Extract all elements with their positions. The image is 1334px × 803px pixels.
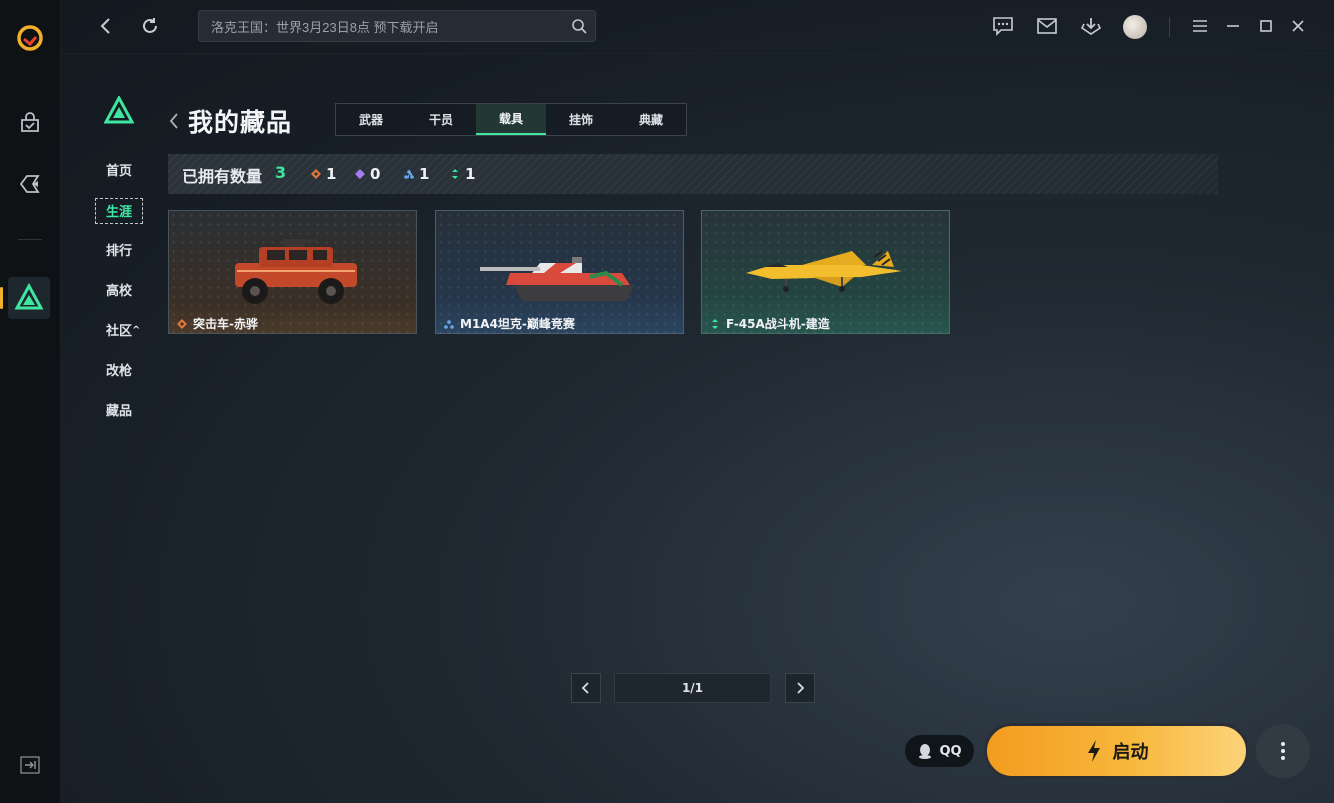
refresh-icon[interactable] [138, 14, 162, 38]
launch-label: 启动 [1112, 742, 1149, 763]
diamond-blue-icon [404, 170, 414, 179]
nav-item-gunsmith[interactable]: 改枪 [106, 360, 132, 379]
next-page-button[interactable] [785, 673, 815, 703]
store-icon[interactable] [14, 107, 46, 139]
download-icon[interactable] [1079, 14, 1103, 38]
owned-count-bar: 已拥有数量 3 1 0 1 1 [168, 154, 1218, 194]
qq-label: QQ [939, 743, 962, 759]
diamond-green-icon [712, 318, 718, 329]
assault-vehicle-image [235, 239, 357, 304]
category-tabs: 武器 干员 载具 挂饰 典藏 [335, 103, 687, 136]
rarity-count-value: 0 [370, 165, 381, 183]
rarity-count-value: 1 [419, 165, 430, 183]
card-label: 突击车-赤骅 [177, 315, 258, 332]
tab-operators[interactable]: 干员 [406, 104, 476, 135]
maximize-icon[interactable] [1254, 14, 1278, 38]
close-icon[interactable] [1286, 14, 1310, 38]
diamond-orange-icon [311, 169, 321, 179]
minimize-icon[interactable] [1221, 14, 1245, 38]
diamond-blue-icon [444, 319, 454, 329]
rarity-count-purple: 0 [355, 165, 380, 183]
delta-force-game-tile[interactable] [8, 277, 50, 319]
avatar[interactable] [1123, 15, 1147, 39]
more-options-button[interactable] [1256, 724, 1310, 778]
app-logo-icon[interactable] [16, 24, 44, 52]
chevron-left-icon [581, 682, 589, 694]
fighter-jet-image [746, 250, 902, 292]
collection-card-assault-vehicle[interactable]: 突击车-赤骅 [168, 210, 417, 334]
rarity-count-orange: 1 [311, 165, 336, 183]
collection-card-m1a4-tank[interactable]: M1A4坦克-巅峰竞赛 [435, 210, 684, 334]
top-bar [61, 0, 1334, 54]
sidebar-divider [18, 239, 42, 240]
rarity-count-value: 1 [465, 165, 476, 183]
tab-collectibles[interactable]: 典藏 [616, 104, 686, 135]
nav-item-community[interactable]: 社区^ [106, 320, 140, 339]
card-label: M1A4坦克-巅峰竞赛 [444, 315, 575, 332]
app-sidebar [0, 0, 61, 803]
launch-button[interactable]: 启动 [984, 723, 1249, 779]
chevron-up-icon: ^ [132, 325, 141, 336]
collection-card-f45a-fighter[interactable]: F-45A战斗机-建造 [701, 210, 950, 334]
tab-charms[interactable]: 挂饰 [546, 104, 616, 135]
search-icon[interactable] [571, 18, 587, 34]
nav-item-career[interactable]: 生涯 [95, 198, 144, 224]
nav-item-home[interactable]: 首页 [106, 160, 132, 179]
chevron-right-icon [797, 682, 805, 694]
qq-penguin-icon [919, 744, 932, 759]
lightning-icon [1087, 740, 1100, 762]
tab-vehicles[interactable]: 载具 [476, 104, 546, 135]
diamond-green-icon [452, 169, 458, 179]
collapse-sidebar-icon[interactable] [20, 756, 40, 774]
prev-page-button[interactable] [571, 673, 601, 703]
chevron-left-icon[interactable] [169, 112, 179, 130]
nav-item-collection[interactable]: 藏品 [106, 400, 132, 419]
diamond-orange-icon [177, 318, 187, 329]
qq-button[interactable]: QQ [905, 735, 974, 767]
delta-force-logo-icon [104, 96, 134, 124]
rarity-count-value: 1 [326, 165, 337, 183]
chat-icon[interactable] [991, 14, 1015, 38]
page-title: 我的藏品 [188, 108, 293, 137]
more-vertical-icon [1281, 742, 1285, 760]
card-name: M1A4坦克-巅峰竞赛 [460, 317, 575, 331]
search-input[interactable] [209, 11, 563, 43]
nav-item-college[interactable]: 高校 [106, 280, 132, 299]
game-tag-icon[interactable] [14, 168, 46, 200]
mail-icon[interactable] [1035, 14, 1059, 38]
nav-item-community-label: 社区 [106, 324, 133, 339]
owned-count-total: 3 [275, 163, 287, 182]
page-indicator: 1/1 [614, 673, 771, 703]
search-bar [198, 10, 596, 43]
menu-icon[interactable] [1188, 14, 1212, 38]
tank-image [480, 257, 634, 301]
rarity-count-blue: 1 [404, 165, 429, 183]
owned-count-label: 已拥有数量 [182, 167, 263, 186]
tab-weapons[interactable]: 武器 [336, 104, 406, 135]
back-icon[interactable] [94, 14, 118, 38]
rarity-count-green: 1 [450, 165, 475, 183]
active-indicator [0, 287, 3, 309]
card-name: 突击车-赤骅 [193, 317, 258, 331]
diamond-purple-icon [355, 169, 365, 179]
delta-logo-icon [14, 282, 44, 310]
nav-item-ranking[interactable]: 排行 [106, 240, 132, 259]
topbar-divider [1169, 17, 1170, 37]
card-name: F-45A战斗机-建造 [726, 317, 830, 331]
card-label: F-45A战斗机-建造 [710, 315, 830, 332]
